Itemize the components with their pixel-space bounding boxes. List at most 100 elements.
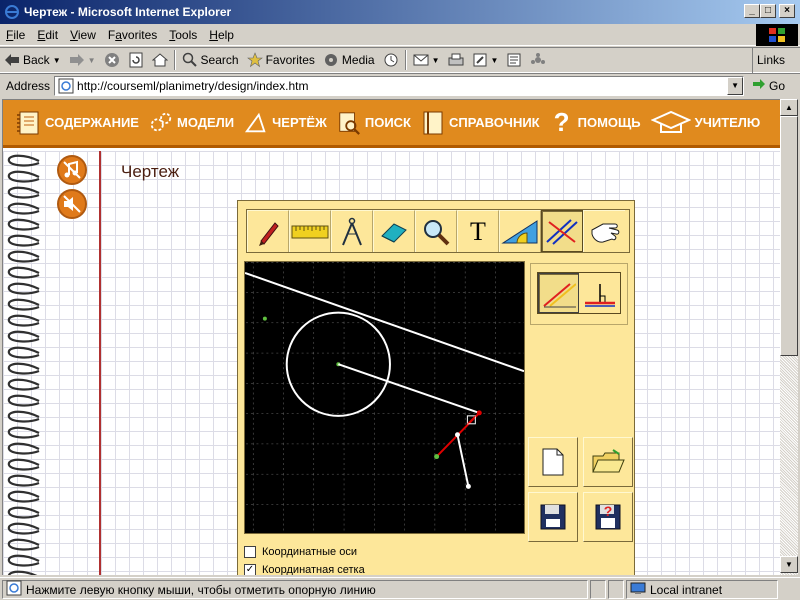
- mail-button[interactable]: ▼: [409, 49, 444, 71]
- refresh-button[interactable]: [124, 49, 148, 71]
- history-button[interactable]: [379, 49, 403, 71]
- browser-window: Чертеж - Microsoft Internet Explorer _ □…: [0, 0, 800, 600]
- nav-teacher[interactable]: УЧИТЕЛЮ: [650, 110, 761, 136]
- spiral-ring: [7, 298, 40, 311]
- grid-checkbox-row[interactable]: ✓ Координатная сетка: [244, 564, 365, 575]
- nav-models[interactable]: МОДЕЛИ: [149, 110, 234, 136]
- ruler-tool[interactable]: [289, 210, 331, 252]
- nav-help[interactable]: ? ПОМОЩЬ: [550, 107, 641, 137]
- menu-file[interactable]: File: [0, 28, 31, 42]
- mail-dropdown-icon[interactable]: ▼: [432, 56, 440, 65]
- print-button[interactable]: [444, 49, 468, 71]
- sound-off-button[interactable]: [57, 155, 87, 185]
- spiral-ring: [7, 314, 40, 327]
- save-file-button[interactable]: [528, 492, 578, 542]
- back-button[interactable]: Back ▼: [0, 49, 65, 71]
- back-dropdown-icon[interactable]: ▼: [53, 56, 61, 65]
- nav-search[interactable]: ПОИСК: [337, 110, 411, 136]
- nav-reference[interactable]: СПРАВОЧНИК: [421, 110, 540, 136]
- nav-search-label: ПОИСК: [364, 115, 411, 130]
- compass-tool[interactable]: [331, 210, 373, 252]
- go-button[interactable]: Go: [752, 78, 785, 93]
- parallel-mode-button[interactable]: [538, 273, 580, 313]
- pencil-tool[interactable]: [247, 210, 289, 252]
- question-mark-icon: ?: [553, 107, 570, 137]
- go-arrow-icon: [752, 78, 766, 93]
- toolbar-separator: [173, 50, 176, 70]
- nav-drawing[interactable]: ЧЕРТЁЖ: [244, 110, 327, 136]
- menu-bar: File Edit View Favorites Tools Help: [0, 24, 800, 46]
- home-button[interactable]: [148, 49, 172, 71]
- stop-button[interactable]: [100, 49, 124, 71]
- menu-tools[interactable]: Tools: [163, 28, 203, 42]
- drawing-canvas[interactable]: [244, 261, 525, 534]
- save-as-button[interactable]: ?: [583, 492, 633, 542]
- set-square-tool[interactable]: [499, 210, 541, 252]
- spiral-ring: [7, 522, 40, 535]
- text-tool[interactable]: T: [457, 210, 499, 252]
- open-file-button[interactable]: [583, 437, 633, 487]
- scroll-down-button[interactable]: ▼: [780, 556, 798, 573]
- axes-checkbox[interactable]: [244, 546, 256, 558]
- close-button[interactable]: ×: [779, 4, 795, 18]
- spiral-ring: [7, 442, 40, 455]
- spiral-ring: [7, 474, 40, 487]
- floppy-disk-icon: [540, 504, 566, 530]
- vertical-scrollbar[interactable]: ▲ ▼: [780, 99, 798, 575]
- maximize-button[interactable]: □: [760, 4, 776, 18]
- messenger-icon: [530, 52, 546, 68]
- spiral-ring: [7, 250, 40, 263]
- grid-checkbox[interactable]: ✓: [244, 564, 256, 575]
- media-button[interactable]: Media: [319, 49, 379, 71]
- spiral-ring: [7, 490, 40, 503]
- forward-arrow-icon: [69, 52, 85, 68]
- menu-favorites[interactable]: Favorites: [102, 28, 163, 42]
- minimize-button[interactable]: _: [744, 4, 760, 18]
- address-input[interactable]: http://courseml/planimetry/design/index.…: [54, 75, 745, 96]
- green-point: [434, 454, 440, 460]
- address-dropdown-icon[interactable]: ▼: [727, 76, 744, 95]
- menu-edit[interactable]: Edit: [31, 28, 64, 42]
- favorites-button[interactable]: Favorites: [243, 49, 319, 71]
- ruler-icon: [291, 225, 329, 238]
- new-file-button[interactable]: [528, 437, 578, 487]
- notebook-spiral-binding: [7, 154, 40, 575]
- nav-contents[interactable]: СОДЕРЖАНИЕ: [17, 110, 139, 136]
- search-label: Search: [200, 53, 239, 67]
- mode-toolbar: [537, 272, 621, 314]
- search-button[interactable]: Search: [178, 49, 243, 71]
- edit-dropdown-icon[interactable]: ▼: [491, 56, 499, 65]
- perpendicular-mode-button[interactable]: [579, 273, 620, 313]
- spiral-ring: [7, 362, 40, 375]
- forward-dropdown-icon[interactable]: ▼: [88, 56, 96, 65]
- parallel-mode-icon: [542, 283, 576, 308]
- messenger-button[interactable]: [526, 49, 550, 71]
- back-label: Back: [23, 53, 50, 67]
- edit-button[interactable]: ▼: [468, 49, 503, 71]
- menu-help[interactable]: Help: [203, 28, 240, 42]
- axes-checkbox-row[interactable]: Координатные оси: [244, 546, 357, 558]
- zoom-tool[interactable]: [415, 210, 457, 252]
- search-icon: [182, 52, 198, 68]
- parallel-lines-tool[interactable]: [541, 210, 583, 252]
- forward-button[interactable]: ▼: [65, 49, 100, 71]
- hand-tool[interactable]: [583, 210, 625, 252]
- edit-page-icon: [472, 52, 488, 68]
- favorites-star-icon: [246, 52, 263, 68]
- discuss-button[interactable]: [502, 49, 526, 71]
- speech-off-button[interactable]: [57, 189, 87, 219]
- page-icon: [58, 78, 74, 94]
- scroll-thumb[interactable]: [780, 116, 798, 356]
- links-button[interactable]: Links: [752, 47, 800, 73]
- favorites-label: Favorites: [265, 53, 315, 67]
- scroll-up-button[interactable]: ▲: [780, 99, 798, 116]
- spiral-ring: [7, 266, 40, 279]
- set-square-protractor-icon: [501, 219, 538, 243]
- nav-teacher-label: УЧИТЕЛЮ: [694, 115, 761, 130]
- eraser-tool[interactable]: [373, 210, 415, 252]
- mail-icon: [413, 52, 429, 68]
- reference-book-icon: [421, 110, 445, 136]
- menu-view[interactable]: View: [64, 28, 102, 42]
- stop-icon: [104, 52, 120, 68]
- notebook-page: Чертеж T ? Координатные оси ✓ Координатн…: [3, 151, 780, 575]
